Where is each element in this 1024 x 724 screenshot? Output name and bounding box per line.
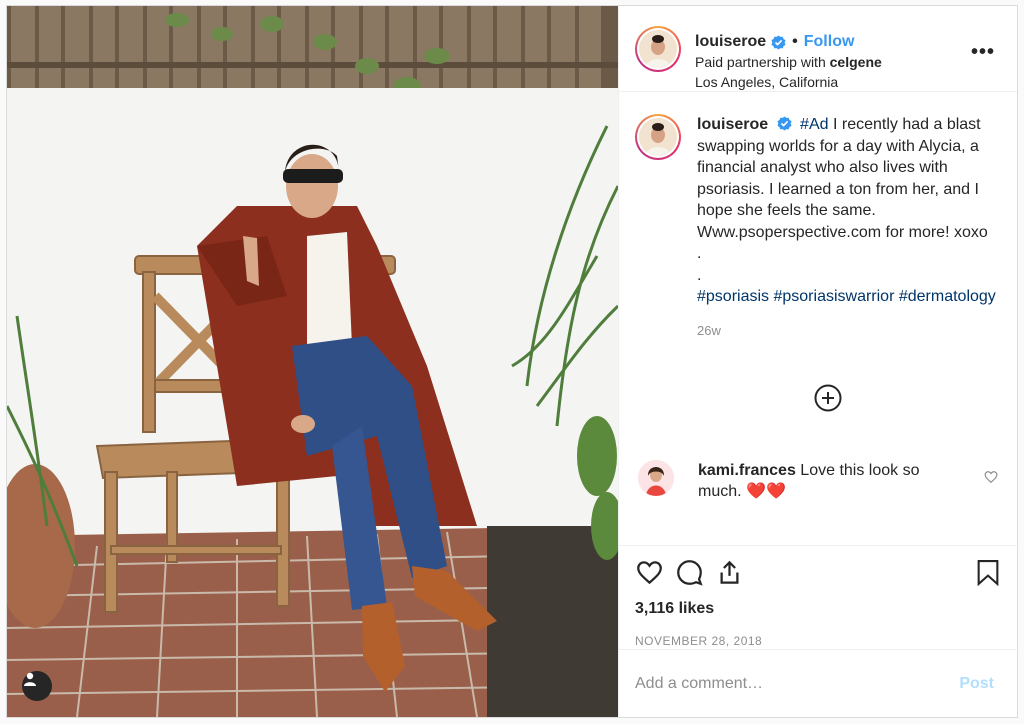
comment-bubble-icon[interactable]	[675, 558, 703, 586]
caption-hashtags: #psoriasis #psoriasiswarrior #dermatolog…	[697, 286, 997, 308]
verified-badge-icon	[771, 34, 786, 50]
verified-badge-icon	[777, 116, 792, 131]
caption-avatar[interactable]	[635, 114, 681, 160]
caption-dot: .	[697, 266, 702, 284]
caption: louiseroe #Ad I recently had a blast swa…	[635, 114, 1001, 341]
like-heart-icon[interactable]	[635, 558, 663, 586]
action-bar: 3,116 likes NOVEMBER 28, 2018	[619, 545, 1018, 648]
location-link[interactable]: Los Angeles, California	[695, 72, 882, 92]
separator-dot: •	[792, 33, 798, 50]
partner-link[interactable]: celgene	[830, 54, 882, 70]
caption-username[interactable]: louiseroe	[697, 116, 768, 133]
commenter-avatar[interactable]	[638, 460, 674, 496]
post-date[interactable]: NOVEMBER 28, 2018	[635, 634, 1002, 648]
hashtag-ad[interactable]: #Ad	[800, 116, 828, 133]
partnership-label: Paid partnership with celgene	[695, 52, 882, 72]
share-icon[interactable]	[715, 558, 743, 586]
post-photo[interactable]	[7, 6, 618, 717]
add-comment-input[interactable]	[635, 674, 960, 693]
comment-emoji: ❤️❤️	[746, 483, 786, 500]
author-avatar[interactable]	[635, 26, 681, 72]
hashtag-link[interactable]: #dermatology	[899, 288, 996, 305]
post-header: louiseroe • Follow Paid partnership with…	[619, 6, 1017, 92]
caption-dot: .	[697, 245, 702, 262]
partnership-prefix: Paid partnership with	[695, 54, 826, 70]
author-username[interactable]: louiseroe	[695, 32, 766, 52]
post-age[interactable]: 26w	[697, 320, 997, 342]
comment-item: kami.frances Love this look so much. ❤️❤…	[638, 460, 998, 502]
more-options-icon[interactable]: •••	[971, 41, 995, 64]
photo-illustration	[7, 6, 618, 717]
post-comment-button[interactable]: Post	[959, 675, 994, 693]
likes-count[interactable]: 3,116 likes	[635, 600, 1002, 618]
comments-section: louiseroe #Ad I recently had a blast swa…	[619, 92, 1017, 545]
hashtag-link[interactable]: #psoriasiswarrior	[773, 288, 894, 305]
like-comment-icon[interactable]	[984, 470, 998, 489]
commenter-username[interactable]: kami.frances	[698, 462, 796, 479]
load-more-comments-icon[interactable]	[814, 384, 842, 412]
comment-composer: Post	[619, 649, 1018, 717]
post-modal: louiseroe • Follow Paid partnership with…	[6, 5, 1018, 718]
post-details-panel: louiseroe • Follow Paid partnership with…	[618, 6, 1018, 717]
save-bookmark-icon[interactable]	[974, 558, 1002, 586]
follow-button[interactable]: Follow	[804, 32, 855, 52]
hashtag-link[interactable]: #psoriasis	[697, 288, 769, 305]
tagged-users-button[interactable]	[22, 671, 52, 701]
caption-text: I recently had a blast swapping worlds f…	[697, 116, 988, 241]
